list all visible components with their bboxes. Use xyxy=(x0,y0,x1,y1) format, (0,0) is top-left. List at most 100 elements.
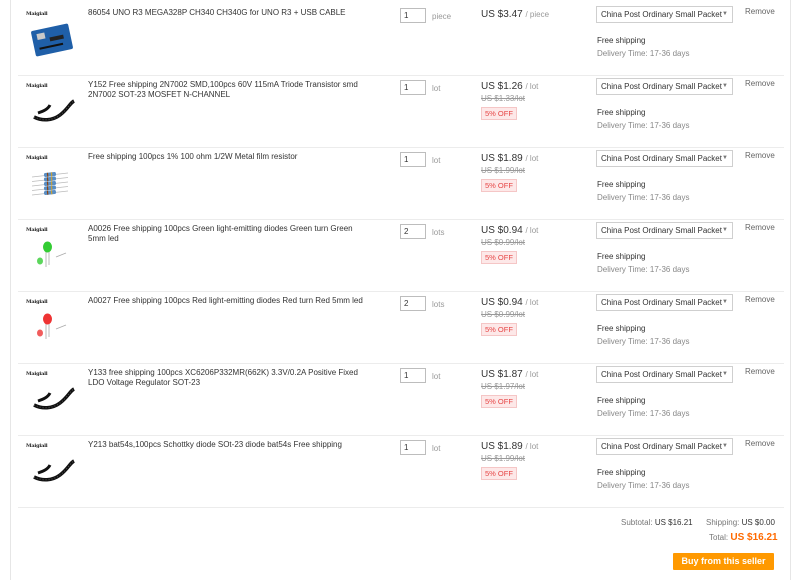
quantity-unit: lots xyxy=(432,228,445,237)
product-title-link[interactable]: Y152 Free shipping 2N7002 SMD,100pcs 60V… xyxy=(88,80,363,100)
product-title-link[interactable]: A0027 Free shipping 100pcs Red light-emi… xyxy=(88,296,363,306)
brand-logo: Maigiall xyxy=(26,443,48,449)
original-price: US $0.99/lot xyxy=(481,310,526,319)
shipping-method-value: China Post Ordinary Small Packet xyxy=(601,226,722,235)
shipping-method-value: China Post Ordinary Small Packet xyxy=(601,298,722,307)
product-title-link[interactable]: 86054 UNO R3 MEGA328P CH340 CH340G for U… xyxy=(88,8,363,18)
total-label: Total: xyxy=(709,533,729,542)
discount-badge: 5% OFF xyxy=(481,179,517,192)
price-per-unit: / lot xyxy=(525,370,539,379)
chevron-down-icon: ▼ xyxy=(722,11,728,17)
shipping-method-value: China Post Ordinary Small Packet xyxy=(601,442,722,451)
quantity-unit: lot xyxy=(432,372,441,381)
price-per-unit: / lot xyxy=(525,82,539,91)
shipping-method-select[interactable]: China Post Ordinary Small Packet ▼ xyxy=(596,438,733,455)
product-thumbnail[interactable]: Maigiall xyxy=(26,155,78,207)
chevron-down-icon: ▼ xyxy=(722,371,728,377)
product-thumbnail[interactable]: Maigiall xyxy=(26,299,78,351)
smd-tape-icon xyxy=(30,383,76,415)
free-shipping-label: Free shipping xyxy=(597,324,646,333)
shipping-method-value: China Post Ordinary Small Packet xyxy=(601,10,722,19)
shipping-method-select[interactable]: China Post Ordinary Small Packet ▼ xyxy=(596,78,733,95)
discount-badge: 5% OFF xyxy=(481,107,517,120)
cart-item-row: Maigiall A0026 Free shipping 100pcs Green… xyxy=(18,219,784,292)
quantity-unit: lot xyxy=(432,156,441,165)
resistors-icon xyxy=(30,167,70,199)
product-thumbnail[interactable]: Maigiall xyxy=(26,11,78,63)
price-value: US $1.87 xyxy=(481,369,523,380)
free-shipping-label: Free shipping xyxy=(597,180,646,189)
remove-item-link[interactable]: Remove xyxy=(745,151,775,160)
price-per-unit: / lot xyxy=(525,442,539,451)
shipping-method-select[interactable]: China Post Ordinary Small Packet ▼ xyxy=(596,294,733,311)
quantity-input[interactable]: 1 xyxy=(400,152,426,167)
shipping-method-select[interactable]: China Post Ordinary Small Packet ▼ xyxy=(596,222,733,239)
quantity-input[interactable]: 1 xyxy=(400,8,426,23)
free-shipping-label: Free shipping xyxy=(597,468,646,477)
cart-item-row: Maigiall Y133 free shipping 100pcs XC6206… xyxy=(18,363,784,436)
shipping-method-select[interactable]: China Post Ordinary Small Packet ▼ xyxy=(596,6,733,23)
product-title-link[interactable]: A0026 Free shipping 100pcs Green light-e… xyxy=(88,224,363,244)
unit-price: US $1.26 / lot xyxy=(481,81,538,92)
original-price: US $1.33/lot xyxy=(481,94,526,103)
discount-badge: 5% OFF xyxy=(481,467,517,480)
delivery-time: Delivery Time: 17-36 days xyxy=(597,481,690,490)
unit-price: US $1.89 / lot xyxy=(481,153,538,164)
delivery-time: Delivery Time: 17-36 days xyxy=(597,337,690,346)
original-price: US $1.97/lot xyxy=(481,382,526,391)
brand-logo: Maigiall xyxy=(26,227,48,233)
product-thumbnail[interactable]: Maigiall xyxy=(26,227,78,279)
original-price: US $1.99/lot xyxy=(481,454,526,463)
arduino-board-icon xyxy=(30,23,74,59)
price-value: US $3.47 xyxy=(481,9,523,20)
quantity-input[interactable]: 1 xyxy=(400,440,426,455)
remove-item-link[interactable]: Remove xyxy=(745,295,775,304)
shipping-method-select[interactable]: China Post Ordinary Small Packet ▼ xyxy=(596,150,733,167)
unit-price: US $0.94 / lot xyxy=(481,297,538,308)
unit-price: US $1.89 / lot xyxy=(481,441,538,452)
quantity-input[interactable]: 2 xyxy=(400,224,426,239)
quantity-unit: lot xyxy=(432,84,441,93)
product-thumbnail[interactable]: Maigiall xyxy=(26,443,78,495)
subtotal: Subtotal: US $16.21 xyxy=(621,518,693,527)
buy-from-seller-button[interactable]: Buy from this seller xyxy=(673,553,774,570)
delivery-time: Delivery Time: 17-36 days xyxy=(597,121,690,130)
shipping-value: US $0.00 xyxy=(741,518,775,527)
quantity-input[interactable]: 1 xyxy=(400,80,426,95)
price-per-unit: / piece xyxy=(525,10,550,19)
discount-badge: 5% OFF xyxy=(481,323,517,336)
remove-item-link[interactable]: Remove xyxy=(745,7,775,16)
price-per-unit: / lot xyxy=(525,226,539,235)
product-thumbnail[interactable]: Maigiall xyxy=(26,371,78,423)
price-value: US $1.89 xyxy=(481,441,523,452)
chevron-down-icon: ▼ xyxy=(722,227,728,233)
quantity-input[interactable]: 2 xyxy=(400,296,426,311)
cart-border-right xyxy=(790,0,791,580)
cart-item-row: Maigiall Free shipping 100pcs 1% 100 ohm … xyxy=(18,147,784,220)
shipping-method-select[interactable]: China Post Ordinary Small Packet ▼ xyxy=(596,366,733,383)
chevron-down-icon: ▼ xyxy=(722,155,728,161)
green-led-icon xyxy=(30,239,70,273)
shipping-method-value: China Post Ordinary Small Packet xyxy=(601,154,722,163)
remove-item-link[interactable]: Remove xyxy=(745,223,775,232)
brand-logo: Maigiall xyxy=(26,371,48,377)
product-title-link[interactable]: Free shipping 100pcs 1% 100 ohm 1/2W Met… xyxy=(88,152,363,162)
subtotal-value: US $16.21 xyxy=(654,518,693,527)
product-title-link[interactable]: Y213 bat54s,100pcs Schottky diode SOt-23… xyxy=(88,440,363,450)
product-thumbnail[interactable]: Maigiall xyxy=(26,83,78,135)
product-title-link[interactable]: Y133 free shipping 100pcs XC6206P332MR(6… xyxy=(88,368,363,388)
remove-item-link[interactable]: Remove xyxy=(745,79,775,88)
free-shipping-label: Free shipping xyxy=(597,396,646,405)
free-shipping-label: Free shipping xyxy=(597,36,646,45)
shipping-method-value: China Post Ordinary Small Packet xyxy=(601,82,722,91)
cart-item-row: Maigiall 86054 UNO R3 MEGA328P CH340 CH34… xyxy=(18,3,784,76)
delivery-time: Delivery Time: 17-36 days xyxy=(597,409,690,418)
quantity-input[interactable]: 1 xyxy=(400,368,426,383)
cart-border-left xyxy=(10,0,11,580)
price-value: US $0.94 xyxy=(481,225,523,236)
remove-item-link[interactable]: Remove xyxy=(745,367,775,376)
remove-item-link[interactable]: Remove xyxy=(745,439,775,448)
subtotal-label: Subtotal: xyxy=(621,518,653,527)
original-price: US $1.99/lot xyxy=(481,166,526,175)
unit-price: US $3.47 / piece xyxy=(481,9,549,20)
